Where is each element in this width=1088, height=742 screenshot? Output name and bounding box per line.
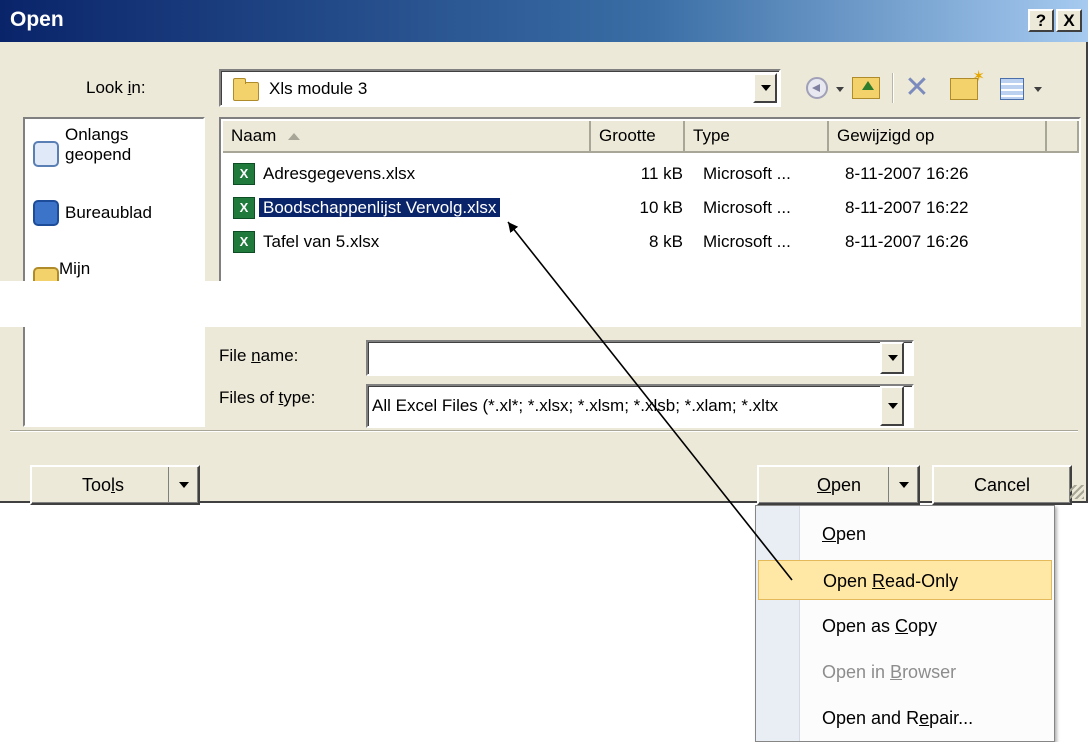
- arrow-line: [507, 221, 793, 581]
- annotation-arrow: [507, 221, 793, 581]
